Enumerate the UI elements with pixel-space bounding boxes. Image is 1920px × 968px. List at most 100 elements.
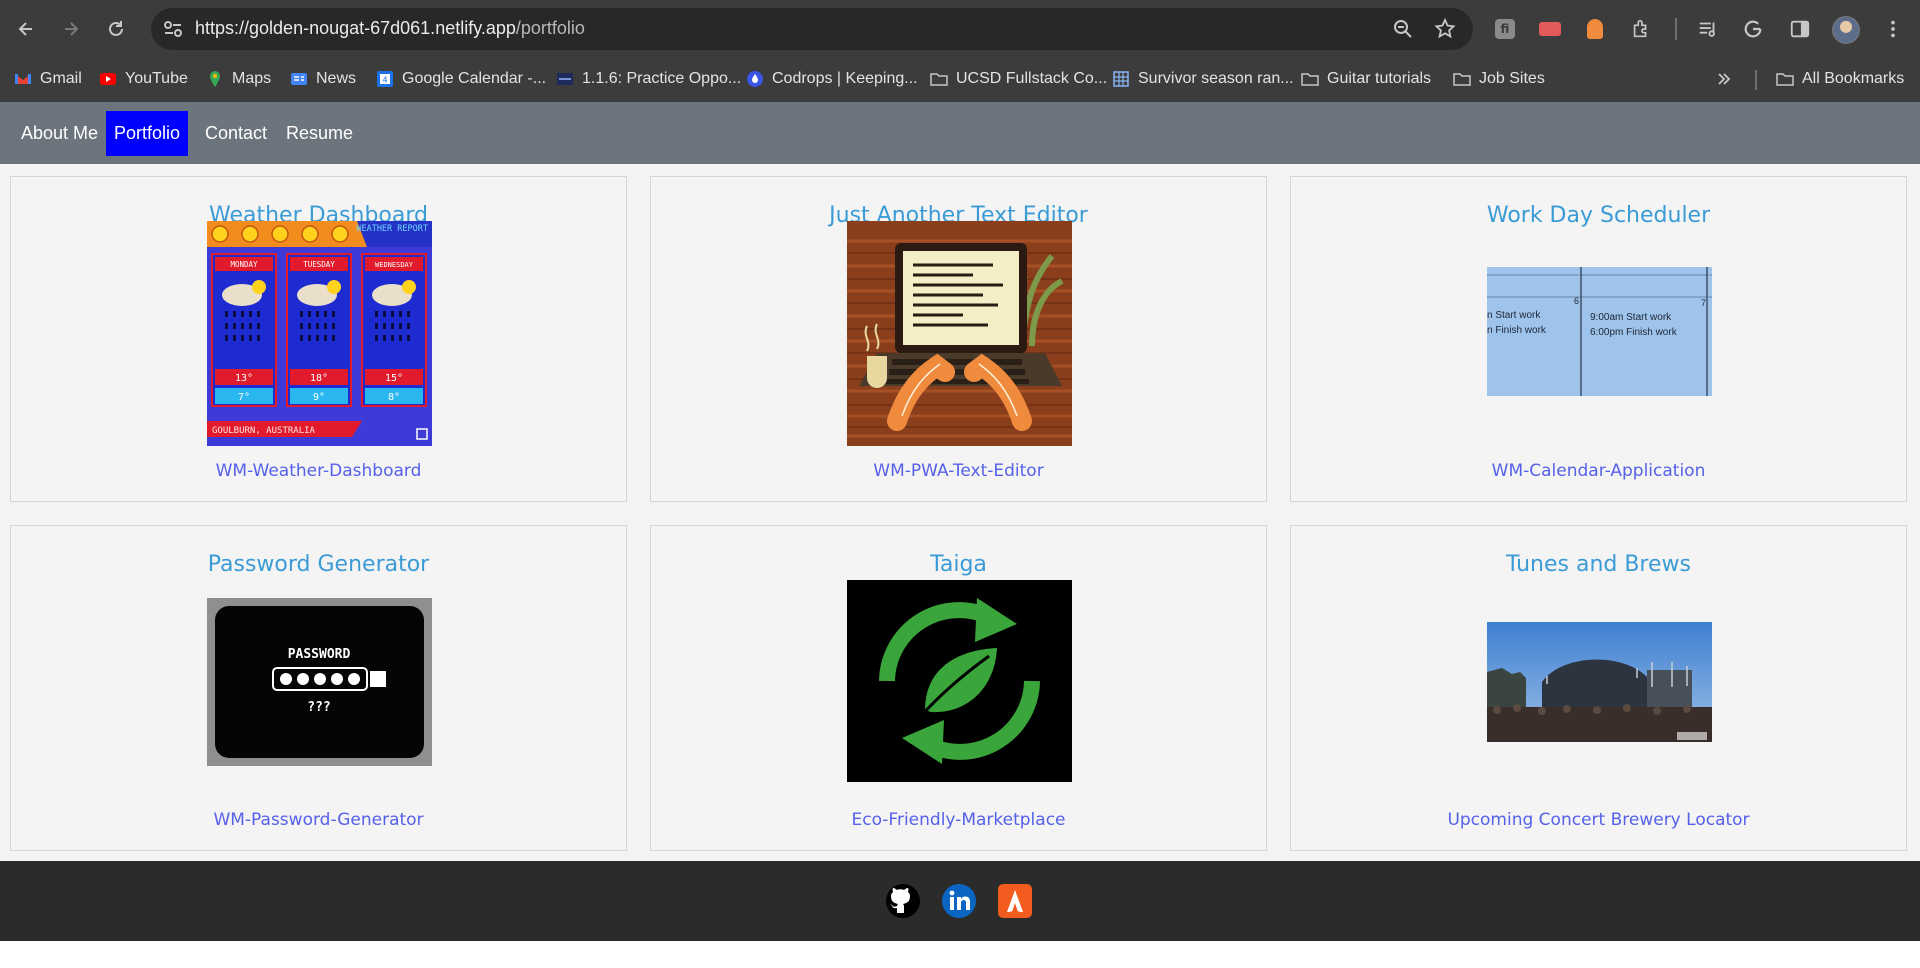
project-card-scheduler: Work Day Scheduler 6 7 n Start work n Fi… <box>1290 176 1907 502</box>
stackoverflow-icon[interactable] <box>996 882 1034 920</box>
bookmark-google-calendar[interactable]: 4 Google Calendar -... <box>376 64 546 94</box>
address-bar[interactable]: https://golden-nougat-67d061.netlify.app… <box>151 8 1473 50</box>
concert-image[interactable] <box>1487 622 1712 742</box>
extension-rocket-icon[interactable] <box>1580 14 1610 44</box>
folder-icon <box>1453 73 1471 86</box>
project-title[interactable]: Work Day Scheduler <box>1291 203 1906 228</box>
bookmark-label: UCSD Fullstack Co... <box>956 70 1108 87</box>
extension-1-icon[interactable]: fi <box>1490 14 1520 44</box>
svg-text:4: 4 <box>382 76 387 85</box>
course-icon <box>557 73 573 85</box>
bookmark-label: YouTube <box>125 70 188 87</box>
weather-low: 9° <box>313 392 325 403</box>
project-repo-link[interactable]: WM-Password-Generator <box>11 810 626 830</box>
weather-day: WEDNESDAY <box>375 261 414 269</box>
calendar-image[interactable]: 6 7 n Start work n Finish work 9:00am St… <box>1487 267 1712 396</box>
bookmark-codrops[interactable]: Codrops | Keeping... <box>746 64 918 94</box>
calendar-entry: 9:00am Start work <box>1590 312 1672 323</box>
weather-high: 13° <box>235 373 253 384</box>
bookmark-folder-ucsd[interactable]: UCSD Fullstack Co... <box>930 64 1107 94</box>
bookmark-label: 1.1.6: Practice Oppo... <box>582 70 742 87</box>
project-title[interactable]: Taiga <box>651 552 1266 577</box>
bookmark-folder-jobs[interactable]: Job Sites <box>1453 64 1545 94</box>
weather-day: TUESDAY <box>303 260 335 269</box>
reading-list-icon[interactable] <box>1693 14 1723 44</box>
nav-portfolio[interactable]: Portfolio <box>106 111 189 156</box>
project-card-text-editor: Just Another Text Editor WM-PWA-Text-Edi… <box>650 176 1267 502</box>
double-chevron-icon <box>1718 73 1731 85</box>
url-text[interactable]: https://golden-nougat-67d061.netlify.app… <box>195 18 585 39</box>
project-title[interactable]: Tunes and Brews <box>1291 552 1906 577</box>
project-card-taiga: Taiga Eco-Friendly-Marketplace <box>650 525 1267 851</box>
bookmark-gmail[interactable]: Gmail <box>14 64 82 94</box>
bookmark-practice[interactable]: 1.1.6: Practice Oppo... <box>556 64 741 94</box>
weather-low: 7° <box>238 392 250 403</box>
project-title[interactable]: Password Generator <box>11 552 626 577</box>
bookmark-survivor[interactable]: Survivor season ran... <box>1112 64 1294 94</box>
project-repo-link[interactable]: Eco-Friendly-Marketplace <box>651 810 1266 830</box>
bookmark-news[interactable]: News <box>290 64 356 94</box>
google-icon[interactable] <box>1738 14 1768 44</box>
bookmark-label: Guitar tutorials <box>1327 70 1432 87</box>
bookmark-star-icon[interactable] <box>1433 17 1457 41</box>
calendar-entry: 6:00pm Finish work <box>1590 327 1678 338</box>
forward-button[interactable] <box>55 13 87 45</box>
forward-arrow-icon <box>65 22 79 36</box>
back-button[interactable] <box>10 13 42 45</box>
weather-header: WEATHER REPORT <box>356 224 428 234</box>
profile-avatar[interactable] <box>1832 16 1860 44</box>
all-bookmarks-button[interactable]: All Bookmarks <box>1776 64 1904 94</box>
bookmark-label: Maps <box>232 70 272 87</box>
url-path: /portfolio <box>515 18 585 38</box>
linkedin-icon[interactable] <box>940 882 978 920</box>
nav-resume[interactable]: Resume <box>278 111 361 156</box>
calendar-entry: n Finish work <box>1487 325 1547 336</box>
project-repo-link[interactable]: Upcoming Concert Brewery Locator <box>1291 810 1906 830</box>
calendar-day-a: 6 <box>1574 296 1579 306</box>
bookmark-maps[interactable]: Maps <box>206 64 271 94</box>
weather-low: 8° <box>388 392 400 403</box>
site-footer <box>0 861 1920 941</box>
chrome-menu-icon[interactable] <box>1878 14 1908 44</box>
sheet-icon <box>1113 71 1129 87</box>
site-navigation: About Me Portfolio Contact Resume <box>0 102 1920 164</box>
extensions-puzzle-icon[interactable] <box>1626 14 1656 44</box>
github-icon[interactable] <box>884 882 922 920</box>
project-card-password: Password Generator PASSWORD ??? WM-Passw… <box>10 525 627 851</box>
calendar-entry: n Start work <box>1487 310 1541 321</box>
calendar-icon: 4 <box>377 71 393 87</box>
project-repo-link[interactable]: WM-Weather-Dashboard <box>11 461 626 481</box>
portfolio-grid: Weather Dashboard WEATHER REPORT MONDAY <box>0 164 1920 861</box>
page-bottom-whitespace <box>0 941 1920 968</box>
weather-report-image[interactable]: WEATHER REPORT MONDAY 13° 7° TUESDAY 18°… <box>207 221 432 446</box>
typing-laptop-image[interactable] <box>847 221 1072 446</box>
project-repo-link[interactable]: WM-Calendar-Application <box>1291 461 1906 481</box>
weather-high: 18° <box>310 373 328 384</box>
zoom-icon[interactable] <box>1391 17 1415 41</box>
recycle-leaf-image[interactable] <box>847 580 1072 782</box>
bookmarks-divider <box>1755 70 1757 90</box>
gmail-icon <box>15 74 31 84</box>
extension-video-icon[interactable] <box>1535 14 1565 44</box>
nav-contact[interactable]: Contact <box>197 111 275 156</box>
nav-about-me[interactable]: About Me <box>13 111 106 156</box>
reload-icon <box>109 21 123 36</box>
bookmark-label: Survivor season ran... <box>1138 70 1294 87</box>
password-image[interactable]: PASSWORD ??? <box>207 598 432 766</box>
side-panel-icon[interactable] <box>1785 14 1815 44</box>
weather-high: 15° <box>385 373 403 384</box>
project-card-weather: Weather Dashboard WEATHER REPORT MONDAY <box>10 176 627 502</box>
password-hint: ??? <box>307 700 330 715</box>
bookmark-folder-guitar[interactable]: Guitar tutorials <box>1301 64 1431 94</box>
toolbar-divider <box>1675 18 1677 40</box>
bookmark-youtube[interactable]: YouTube <box>99 64 188 94</box>
news-icon <box>291 73 307 85</box>
site-settings-icon[interactable] <box>161 17 185 41</box>
project-card-tunes-brews: Tunes and Brews Upcoming Concert Brewery… <box>1290 525 1907 851</box>
password-label: PASSWORD <box>288 647 351 662</box>
project-repo-link[interactable]: WM-PWA-Text-Editor <box>651 461 1266 481</box>
back-arrow-icon <box>18 22 32 36</box>
reload-button[interactable] <box>100 13 132 45</box>
bookmarks-overflow-button[interactable] <box>1715 64 1733 94</box>
folder-icon <box>1776 73 1794 86</box>
